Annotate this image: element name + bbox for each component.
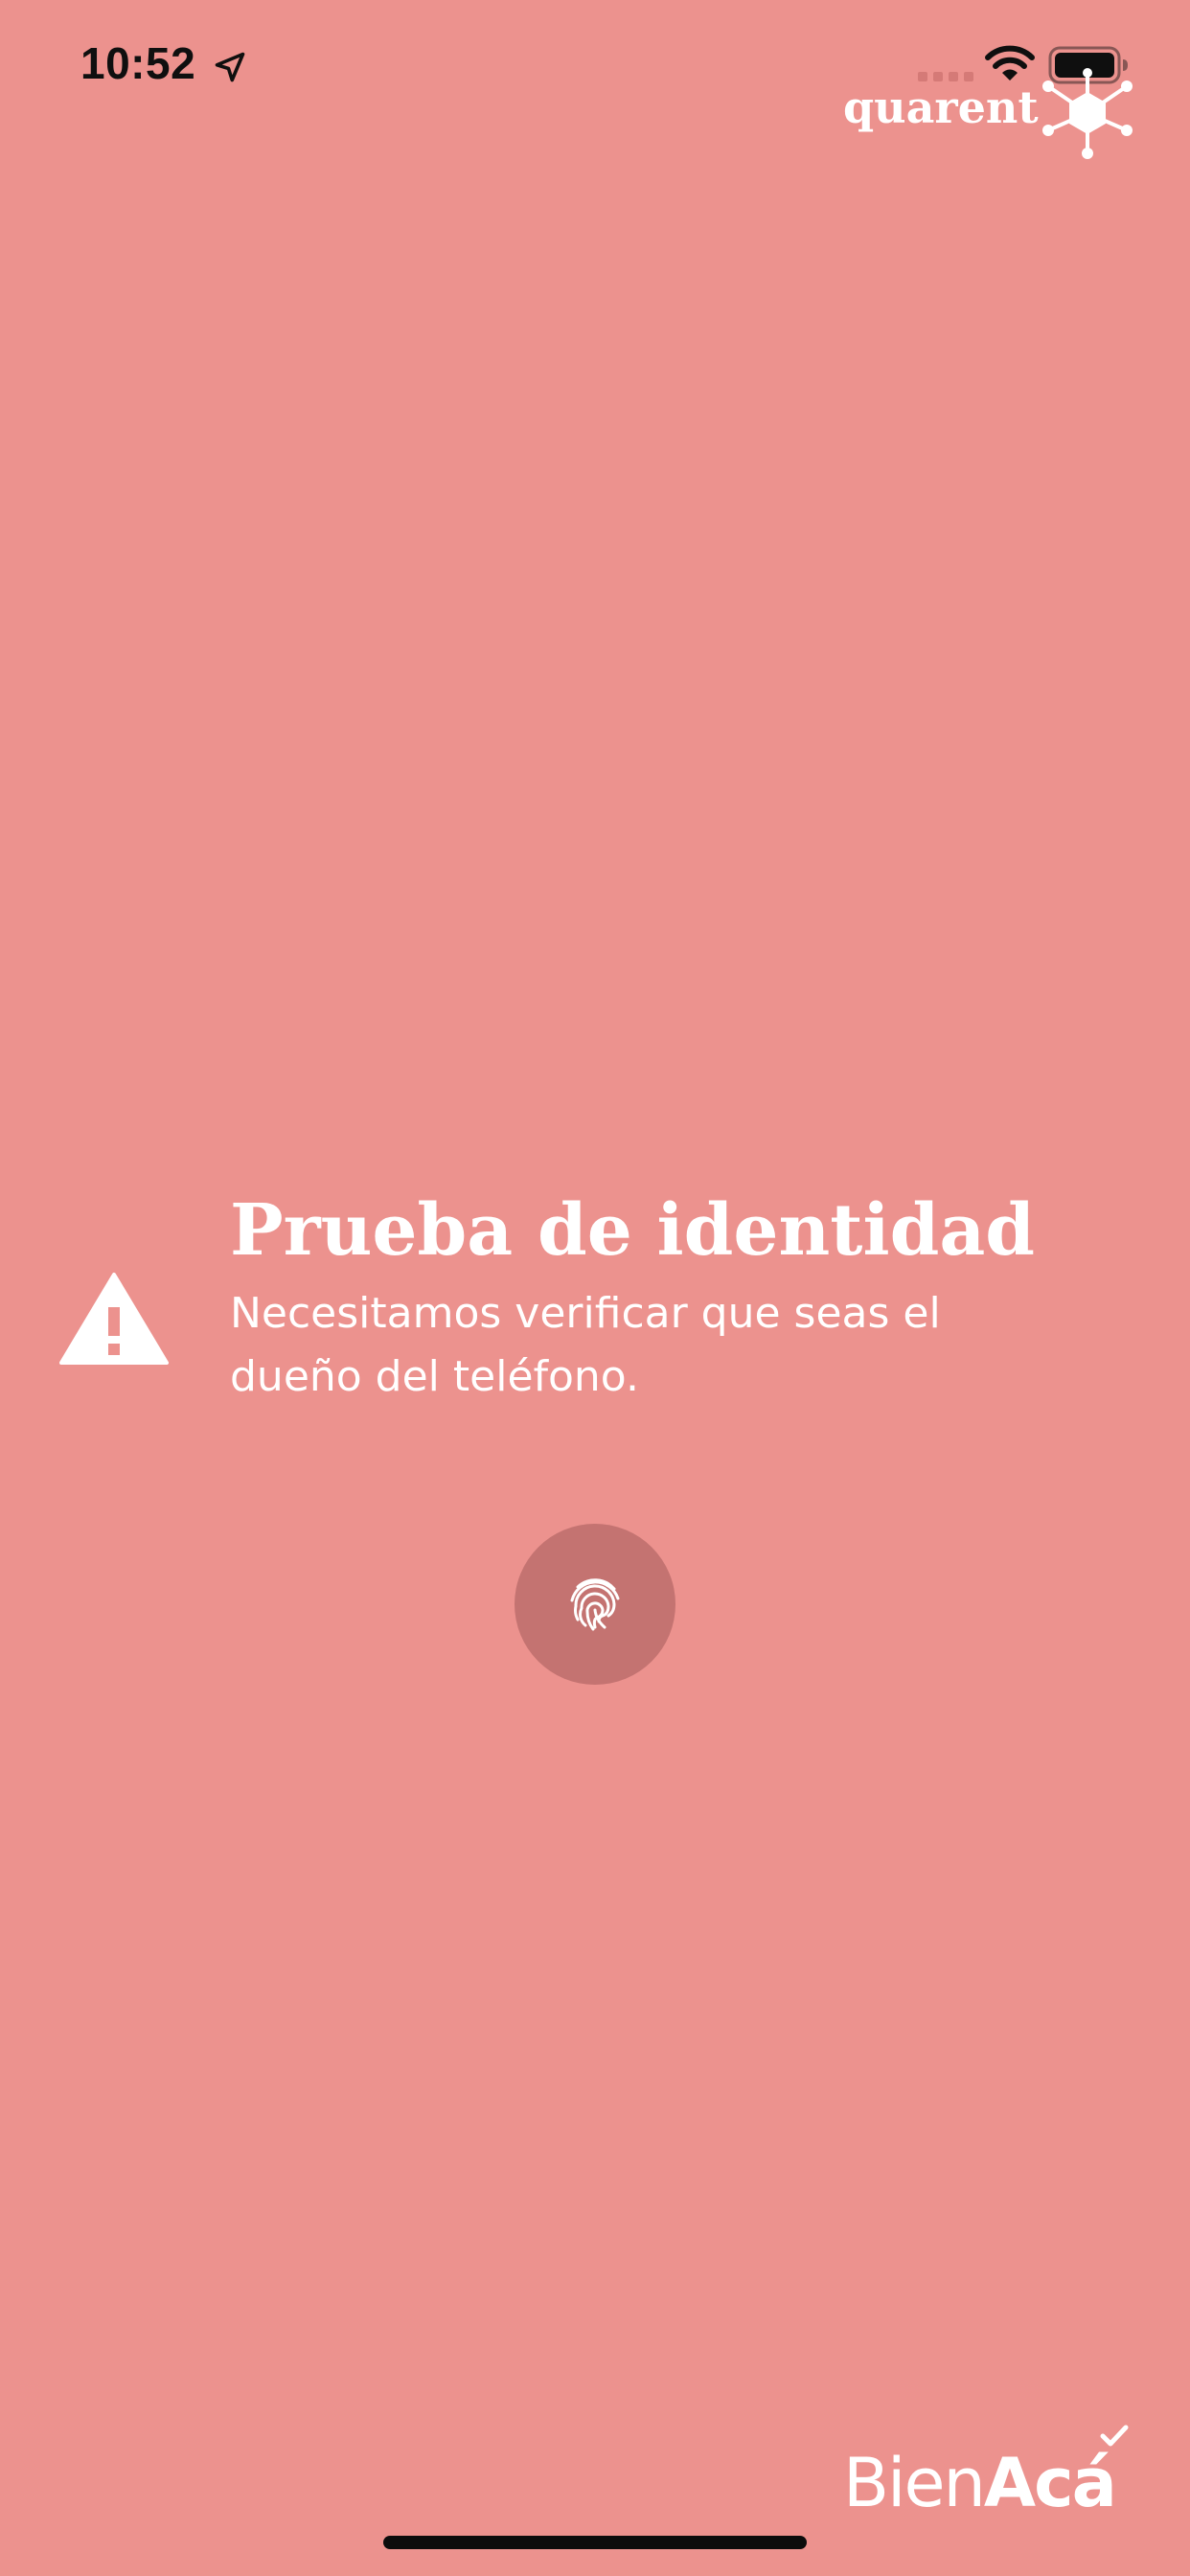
footer-logo-light: Bien [843, 2444, 986, 2522]
page-message: Necesitamos verificar que seas el dueño … [230, 1289, 941, 1401]
home-indicator[interactable] [383, 2536, 807, 2549]
warning-triangle-icon [59, 1273, 169, 1365]
page-title: Prueba de identidad [230, 1189, 1036, 1272]
footer-logo: BienAcá [843, 2425, 1129, 2526]
check-icon [1100, 2425, 1129, 2447]
footer-logo-bold: Acá [983, 2444, 1117, 2522]
wifi-icon [985, 45, 1035, 80]
status-time: 10:52 [80, 38, 196, 88]
brand-name: quarent [843, 81, 1039, 133]
fingerprint-button[interactable] [515, 1524, 675, 1685]
fingerprint-icon [570, 1578, 620, 1631]
network-hexagon-icon [1042, 68, 1133, 159]
location-arrow-icon [215, 52, 245, 82]
